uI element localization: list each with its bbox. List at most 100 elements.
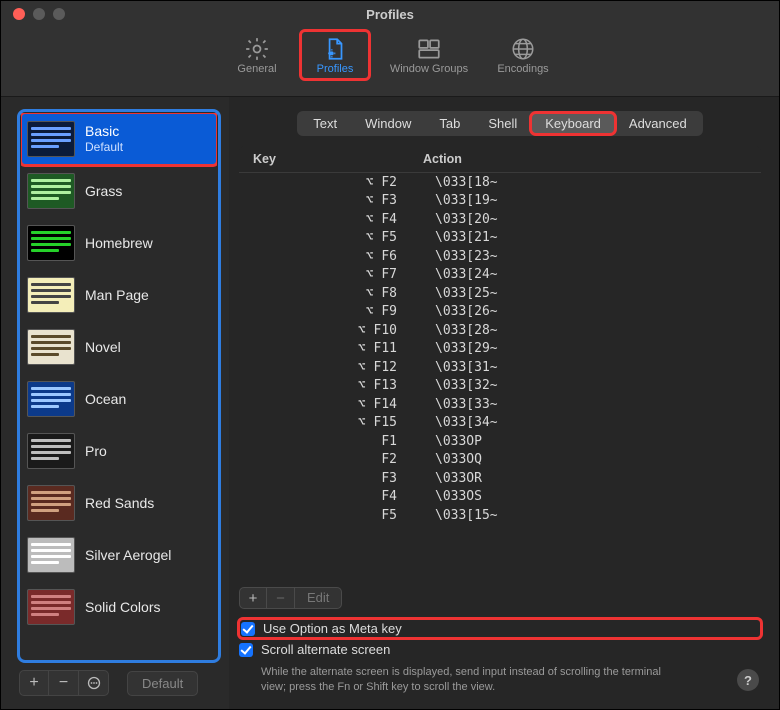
keybindings-table[interactable]: Key Action ⌥ F2\033[18~⌥ F3\033[19~⌥ F4\… xyxy=(239,146,761,583)
profile-item[interactable]: Homebrew xyxy=(21,217,217,269)
add-keybinding-button[interactable]: + xyxy=(239,587,267,609)
profile-item[interactable]: Red Sands xyxy=(21,477,217,529)
table-row[interactable]: F4\033OS xyxy=(239,488,761,507)
option-meta-checkbox[interactable] xyxy=(241,622,255,636)
toolbar-tab-general[interactable]: General xyxy=(223,31,291,79)
profile-actions-menu[interactable] xyxy=(79,670,109,696)
cell-action: \033[25~ xyxy=(427,286,761,301)
toolbar-tab-profiles[interactable]: Profiles xyxy=(301,31,369,79)
cell-action: \033[24~ xyxy=(427,267,761,282)
profile-thumbnail xyxy=(27,121,75,157)
cell-action: \033[23~ xyxy=(427,249,761,264)
table-row[interactable]: ⌥ F11\033[29~ xyxy=(239,340,761,359)
table-row[interactable]: ⌥ F3\033[19~ xyxy=(239,192,761,211)
column-header-action[interactable]: Action xyxy=(423,152,761,166)
profile-item[interactable]: Ocean xyxy=(21,373,217,425)
cell-key: F4 xyxy=(239,489,427,504)
profile-name: Ocean xyxy=(85,391,126,408)
cell-action: \033OQ xyxy=(427,452,761,467)
table-row[interactable]: F2\033OQ xyxy=(239,451,761,470)
remove-profile-button[interactable]: − xyxy=(49,670,79,696)
help-button[interactable]: ? xyxy=(737,669,759,691)
tab-keyboard[interactable]: Keyboard xyxy=(531,113,615,134)
tab-tab[interactable]: Tab xyxy=(425,113,474,134)
cell-key: F2 xyxy=(239,452,427,467)
cell-key: ⌥ F4 xyxy=(239,212,427,227)
table-row[interactable]: ⌥ F8\033[25~ xyxy=(239,284,761,303)
toolbar-label: Window Groups xyxy=(381,63,477,75)
table-row[interactable]: F1\033OP xyxy=(239,432,761,451)
cell-action: \033[18~ xyxy=(427,175,761,190)
profile-item[interactable]: Novel xyxy=(21,321,217,373)
profile-thumbnail xyxy=(27,381,75,417)
profile-item[interactable]: Man Page xyxy=(21,269,217,321)
tab-text[interactable]: Text xyxy=(299,113,351,134)
cell-key: ⌥ F7 xyxy=(239,267,427,282)
table-row[interactable]: ⌥ F5\033[21~ xyxy=(239,229,761,248)
table-row[interactable]: ⌥ F4\033[20~ xyxy=(239,210,761,229)
table-header: Key Action xyxy=(239,146,761,173)
cell-key: ⌥ F3 xyxy=(239,193,427,208)
cell-key: ⌥ F2 xyxy=(239,175,427,190)
profile-thumbnail xyxy=(27,589,75,625)
set-default-button[interactable]: Default xyxy=(127,671,198,696)
profile-item[interactable]: Silver Aerogel xyxy=(21,529,217,581)
table-row[interactable]: F3\033OR xyxy=(239,469,761,488)
keyboard-options: Use Option as Meta key Scroll alternate … xyxy=(239,619,761,695)
profile-item[interactable]: Solid Colors xyxy=(21,581,217,633)
profile-item[interactable]: Pro xyxy=(21,425,217,477)
table-row[interactable]: ⌥ F7\033[24~ xyxy=(239,266,761,285)
tab-shell[interactable]: Shell xyxy=(474,113,531,134)
option-scroll-label: Scroll alternate screen xyxy=(261,642,390,657)
tab-advanced[interactable]: Advanced xyxy=(615,113,701,134)
cell-key: ⌥ F9 xyxy=(239,304,427,319)
profile-name: Pro xyxy=(85,443,107,460)
profile-thumbnail xyxy=(27,485,75,521)
table-row[interactable]: F5\033[15~ xyxy=(239,506,761,525)
cell-key: ⌥ F12 xyxy=(239,360,427,375)
table-row[interactable]: ⌥ F15\033[34~ xyxy=(239,414,761,433)
profile-item[interactable]: BasicDefault xyxy=(21,113,217,165)
option-scroll-row: Scroll alternate screen xyxy=(239,642,761,657)
option-scroll-checkbox[interactable] xyxy=(239,643,253,657)
table-row[interactable]: ⌥ F14\033[33~ xyxy=(239,395,761,414)
cell-action: \033[33~ xyxy=(427,397,761,412)
profile-thumbnail xyxy=(27,433,75,469)
cell-key: ⌥ F15 xyxy=(239,415,427,430)
table-row[interactable]: ⌥ F10\033[28~ xyxy=(239,321,761,340)
table-row[interactable]: ⌥ F6\033[23~ xyxy=(239,247,761,266)
add-profile-button[interactable]: + xyxy=(19,670,49,696)
cell-action: \033[19~ xyxy=(427,193,761,208)
table-row[interactable]: ⌥ F9\033[26~ xyxy=(239,303,761,322)
table-body[interactable]: ⌥ F2\033[18~⌥ F3\033[19~⌥ F4\033[20~⌥ F5… xyxy=(239,173,761,583)
profile-name: Man Page xyxy=(85,287,149,304)
cell-action: \033[29~ xyxy=(427,341,761,356)
profile-list[interactable]: BasicDefault Grass Homebrew Man Page Novel Oc… xyxy=(19,111,219,661)
profile-name: Silver Aerogel xyxy=(85,547,171,564)
profile-doc-icon xyxy=(303,35,367,63)
profile-thumbnail xyxy=(27,225,75,261)
option-meta-row: Use Option as Meta key xyxy=(239,619,761,638)
tab-window[interactable]: Window xyxy=(351,113,425,134)
column-header-key[interactable]: Key xyxy=(253,152,423,166)
cell-key: ⌥ F6 xyxy=(239,249,427,264)
preferences-toolbar: General Profiles Window Groups Encodings xyxy=(1,27,779,97)
cell-action: \033[26~ xyxy=(427,304,761,319)
table-row[interactable]: ⌥ F2\033[18~ xyxy=(239,173,761,192)
remove-keybinding-button[interactable]: − xyxy=(267,587,295,609)
cell-key: F3 xyxy=(239,471,427,486)
table-row[interactable]: ⌥ F12\033[31~ xyxy=(239,358,761,377)
cell-action: \033[31~ xyxy=(427,360,761,375)
profile-name: Grass xyxy=(85,183,122,200)
profile-item[interactable]: Grass xyxy=(21,165,217,217)
preferences-window: Profiles General Profiles Window Groups xyxy=(0,0,780,710)
edit-keybinding-button[interactable]: Edit xyxy=(295,587,342,609)
cell-action: \033[15~ xyxy=(427,508,761,523)
profile-name: Homebrew xyxy=(85,235,153,252)
titlebar: Profiles xyxy=(1,1,779,27)
table-row[interactable]: ⌥ F13\033[32~ xyxy=(239,377,761,396)
toolbar-tab-encodings[interactable]: Encodings xyxy=(489,31,557,79)
profile-settings-tabs: TextWindowTabShellKeyboardAdvanced xyxy=(297,111,702,136)
toolbar-tab-window-groups[interactable]: Window Groups xyxy=(379,31,479,79)
cell-action: \033OS xyxy=(427,489,761,504)
